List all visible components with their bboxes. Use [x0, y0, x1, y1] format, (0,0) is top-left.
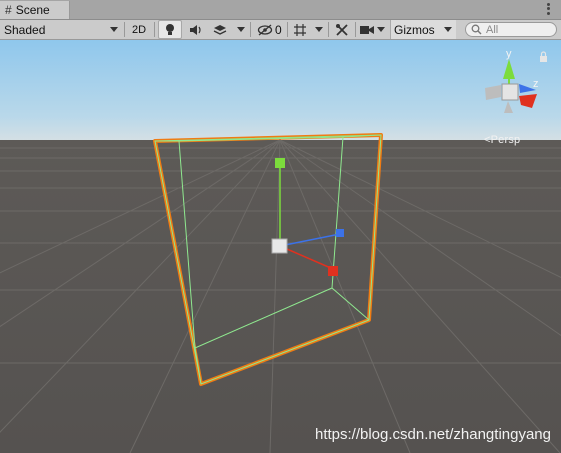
gizmo-y-label: y [506, 48, 512, 60]
tools-icon [336, 23, 348, 36]
y-axis-handle[interactable] [275, 158, 285, 168]
camera-icon [360, 25, 374, 34]
z-axis-handle[interactable] [336, 229, 344, 237]
tab-bar: # Scene [0, 0, 561, 20]
effects-menu-arrow[interactable] [234, 20, 248, 39]
chevron-down-icon [377, 27, 385, 32]
grid-icon [294, 23, 306, 36]
hidden-object-count: 0 [275, 22, 282, 37]
shading-mode-dropdown[interactable]: Shaded [0, 20, 122, 39]
2d-label: 2D [131, 23, 147, 36]
tools-button[interactable] [330, 20, 354, 39]
watermark-text: https://blog.csdn.net/zhangtingyang [314, 426, 551, 443]
scene-toolbar: Shaded 2D 0 Gizmos All [0, 20, 561, 40]
eye-hidden-icon [257, 24, 273, 35]
tab-scene[interactable]: # Scene [0, 1, 70, 19]
camera-dropdown[interactable] [357, 20, 387, 39]
search-placeholder: All [486, 23, 499, 36]
gizmos-dropdown[interactable]: Gizmos [390, 20, 456, 39]
chevron-down-icon [444, 27, 452, 32]
effects-dropdown[interactable] [208, 20, 232, 39]
scene-canvas[interactable]: y z [0, 40, 561, 453]
light-bulb-icon [166, 23, 174, 35]
chevron-down-icon [315, 27, 323, 32]
skybox [0, 40, 561, 142]
lighting-toggle-button[interactable] [158, 20, 182, 39]
chevron-down-icon [110, 27, 118, 32]
speaker-icon [190, 24, 201, 35]
hash-icon: # [5, 3, 12, 17]
scene-visibility-toggle[interactable]: 0 [254, 20, 286, 39]
gizmo-z-label: z [533, 78, 539, 90]
layers-icon [213, 24, 227, 35]
chevron-down-icon [237, 27, 245, 32]
x-axis-handle[interactable] [328, 266, 338, 276]
tab-menu-icon[interactable] [543, 2, 553, 16]
gizmos-label: Gizmos [394, 22, 435, 37]
grid-menu-arrow[interactable] [312, 20, 326, 39]
grid-toggle-button[interactable] [288, 20, 312, 39]
search-icon [471, 24, 482, 35]
center-handle[interactable] [271, 238, 288, 254]
search-input[interactable]: All [465, 22, 557, 37]
projection-toggle[interactable]: <Persp [484, 134, 520, 146]
gizmo-center-cube[interactable] [501, 83, 519, 101]
scene-viewport[interactable]: y z <Persp https://blog.csdn.net/zhangti… [0, 40, 561, 453]
shading-mode-value: Shaded [4, 22, 46, 37]
audio-toggle-button[interactable] [184, 20, 208, 39]
2d-toggle-button[interactable]: 2D [128, 20, 150, 39]
tab-scene-label: Scene [15, 3, 50, 17]
